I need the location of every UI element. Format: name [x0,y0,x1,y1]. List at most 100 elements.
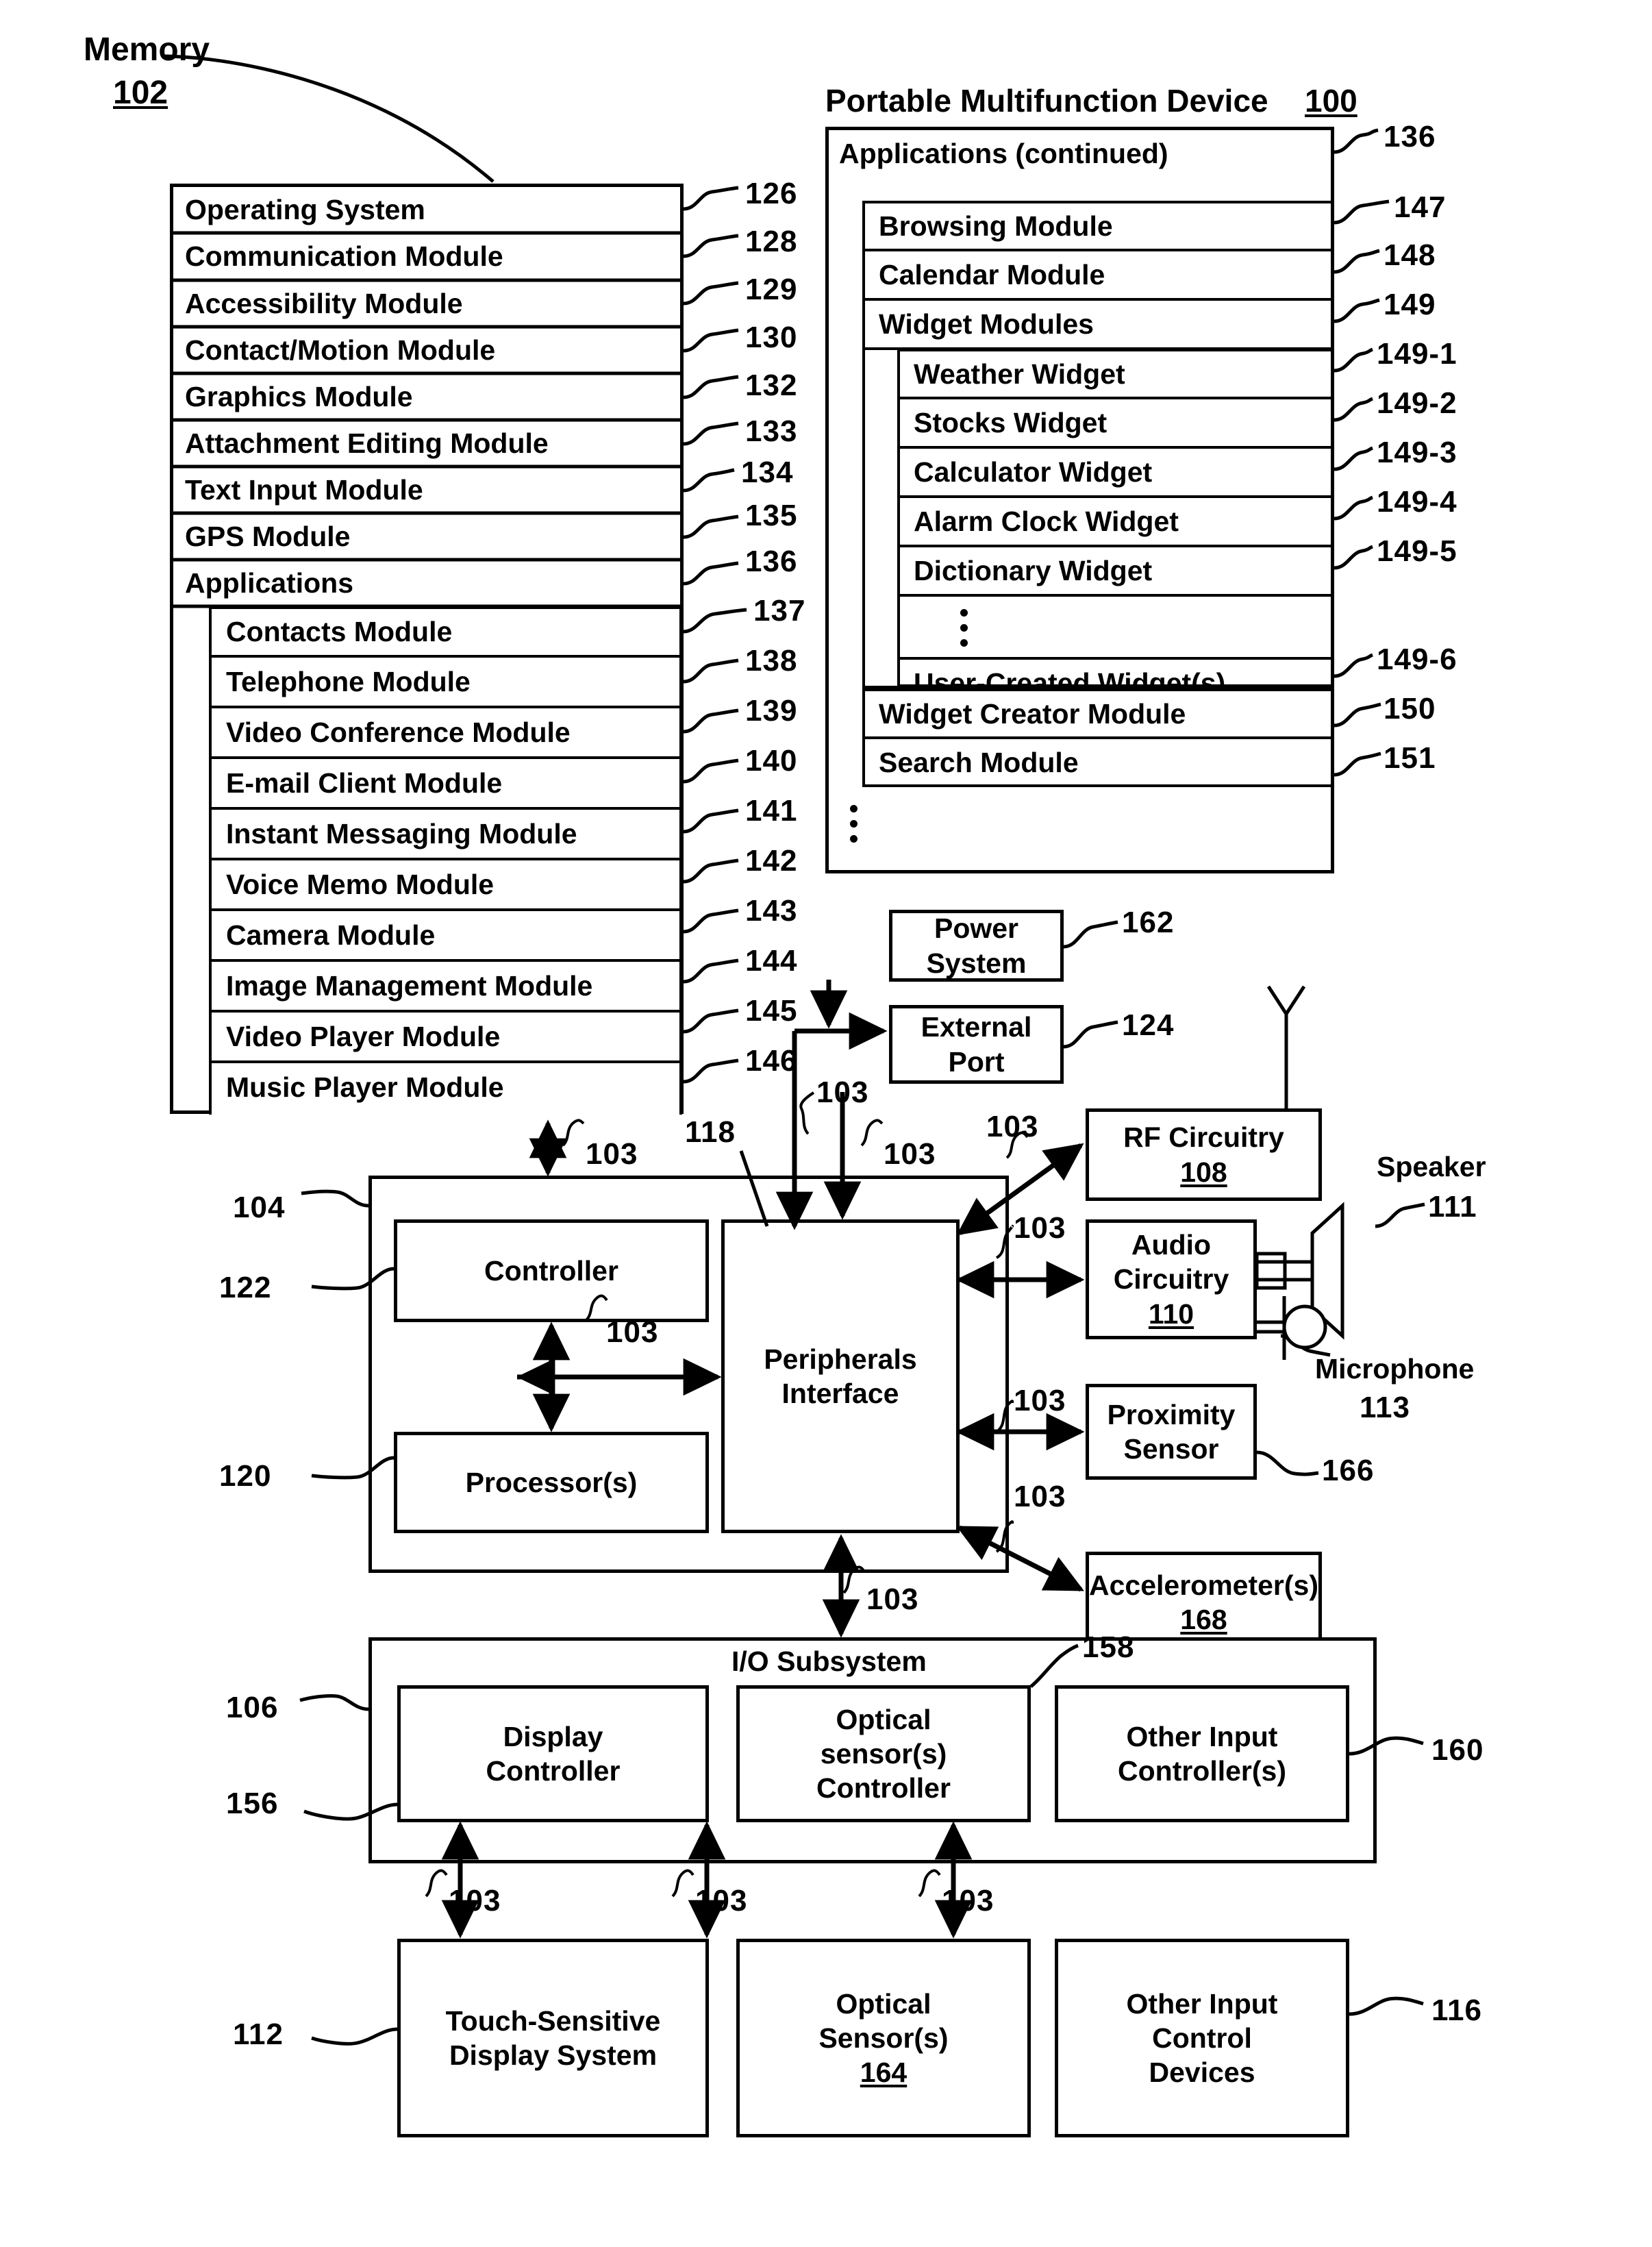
ref-149-1: 149-1 [1377,337,1457,371]
ref-135: 135 [745,499,798,532]
touch-display-label: Touch-Sensitive Display System [397,1939,709,2137]
ref-126: 126 [745,177,798,210]
applications-continued-ellipsis-icon [850,805,858,843]
ref-113: 113 [1360,1391,1410,1424]
widget-item-weather: Weather Widget [905,350,1331,398]
applications-continued-item-calendar-module: Calendar Module [871,250,1331,299]
application-item-label: Image Management Module [226,969,593,1002]
ref-134: 134 [741,456,794,489]
ref-149-5: 149-5 [1377,534,1457,568]
ref-149-3: 149-3 [1377,436,1457,469]
widget-item-calculator: Calculator Widget [905,447,1331,497]
widget-item-stocks: Stocks Widget [905,398,1331,447]
bus-label-io: 103 [866,1582,919,1616]
ref-146: 146 [745,1044,798,1078]
memory-item-accessibility-module: Accessibility Module [177,280,681,327]
application-item-label: Video Conference Module [226,716,571,748]
ref-149-4: 149-4 [1377,485,1457,519]
ref-166: 166 [1322,1454,1375,1487]
memory-item-label: Accessibility Module [185,287,463,319]
bus-label-display: 103 [449,1884,501,1917]
application-item-contacts-module: Contacts Module [218,608,677,656]
processors-label: Processor(s) [394,1432,709,1533]
ref-149: 149 [1384,288,1436,321]
io-subsystem-title: I/O Subsystem [731,1646,927,1677]
rf-circuitry-line1: RF Circuitry [1123,1121,1284,1154]
ref-122: 122 [219,1271,272,1304]
other-input-devices-line3: Devices [1149,2057,1255,2088]
memory-ref: 102 [113,75,168,111]
power-system-label: Power System [889,910,1064,982]
ref-136-right: 136 [1384,120,1436,153]
accelerometers-line1: Accelerometer(s) [1089,1569,1318,1601]
optical-sensors-line1: Optical [836,1987,931,2020]
peripherals-interface-line1: Peripherals [764,1343,917,1375]
audio-circuitry-ref: 110 [1148,1298,1194,1330]
memory-item-label: Operating System [185,193,425,225]
ref-132: 132 [745,369,798,402]
controller-text: Controller [484,1254,618,1287]
bus-label-controller-peripherals: 103 [606,1315,659,1349]
memory-item-graphics-module: Graphics Module [177,373,681,420]
ref-112: 112 [233,2018,284,2051]
speaker-label: Speaker [1377,1151,1486,1182]
ref-149-2: 149-2 [1377,386,1457,420]
applications-continued-item-browsing-module: Browsing Module [871,202,1331,250]
ref-149-6: 149-6 [1377,643,1457,676]
ref-162: 162 [1122,906,1175,939]
applications-continued-item-label: Widget Modules [879,308,1094,340]
external-port-line2: Port [948,1045,1005,1078]
ref-130: 130 [745,321,798,354]
device-ref: 100 [1305,83,1357,119]
application-item-label: E-mail Client Module [226,767,503,799]
ref-104: 104 [233,1191,286,1224]
proximity-sensor-line1: Proximity [1107,1398,1236,1430]
ref-160: 160 [1431,1733,1484,1767]
optical-sensors-line2: Sensor(s) [818,2022,949,2054]
ref-144: 144 [745,944,798,978]
ref-150: 150 [1384,692,1436,725]
peripherals-interface-line2: Interface [781,1378,899,1409]
audio-circuitry-line2: Circuitry [1113,1263,1229,1295]
ref-141: 141 [745,794,798,828]
applications-continued-item-search-module: Search Module [871,738,1331,787]
proximity-sensor-line2: Sensor [1123,1433,1219,1465]
bus-label-peripherals-top: 103 [884,1137,936,1171]
ref-137: 137 [753,594,806,628]
external-port-line1: External [921,1011,1032,1043]
rf-circuitry-label: RF Circuitry 108 [1086,1108,1322,1201]
rf-circuitry-ref: 108 [1180,1156,1227,1188]
power-system-line2: System [926,947,1027,979]
ref-133: 133 [745,414,798,448]
optical-sensor-controller-line3: Controller [816,1772,951,1804]
display-controller-line1: Display [503,1720,603,1752]
widget-item-label: Weather Widget [914,358,1125,390]
ref-111: 111 [1428,1190,1477,1224]
application-item-video-player-module: Video Player Module [218,1011,677,1062]
memory-item-attachment-editing-module: Attachment Editing Module [177,420,681,467]
accelerometers-ref: 168 [1180,1604,1227,1635]
ref-124: 124 [1122,1008,1175,1042]
memory-item-label: Attachment Editing Module [185,427,549,459]
optical-sensors-ref: 164 [860,2057,908,2088]
memory-item-label: Applications [185,567,354,599]
applications-continued-item-widget-creator-module: Widget Creator Module [871,690,1331,738]
memory-label: Memory [84,32,210,68]
ref-143: 143 [745,894,798,928]
ref-118: 118 [685,1115,736,1149]
display-controller-label: Display Controller [397,1685,709,1822]
widget-item-dictionary: Dictionary Widget [905,546,1331,595]
bus-label-other-input: 103 [942,1884,994,1917]
memory-item-communication-module: Communication Module [177,233,681,280]
other-input-controllers-line1: Other Input [1126,1720,1278,1752]
application-item-telephone-module: Telephone Module [218,656,677,707]
applications-continued-item-label: Browsing Module [879,210,1113,242]
proximity-sensor-label: Proximity Sensor [1086,1384,1257,1480]
memory-item-label: Contact/Motion Module [185,334,496,366]
application-item-video-conference-module: Video Conference Module [218,707,677,758]
power-system-line1: Power [934,913,1019,945]
other-input-controllers-line2: Controller(s) [1118,1755,1286,1787]
audio-circuitry-label: Audio Circuitry 110 [1086,1219,1257,1339]
application-item-label: Contacts Module [226,616,453,647]
widget-item-label: Alarm Clock Widget [914,505,1179,537]
